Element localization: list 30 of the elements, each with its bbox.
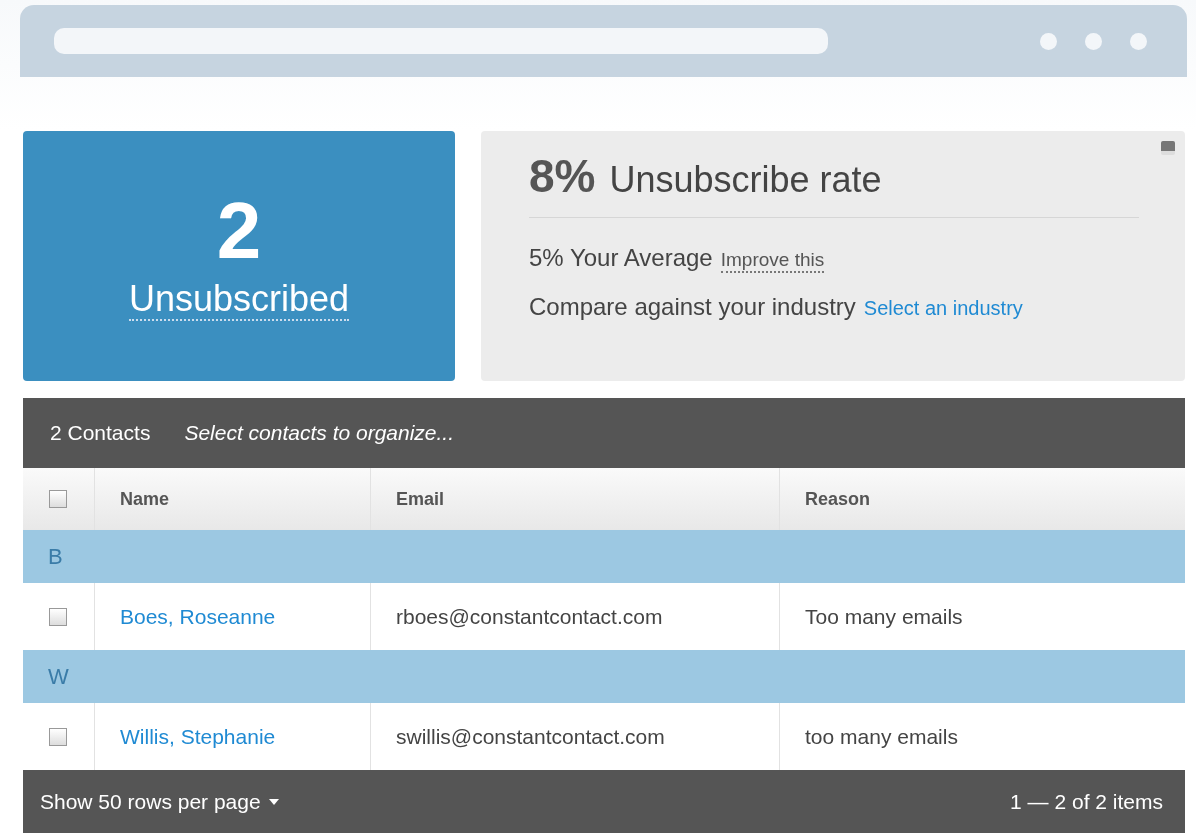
reason-cell: Too many emails [805, 604, 963, 629]
caret-icon [268, 798, 279, 805]
improve-link[interactable]: Improve this [720, 249, 825, 273]
email-cell: rboes@constantcontact.com [396, 604, 663, 629]
minimize-icon[interactable] [1161, 141, 1175, 155]
row-checkbox[interactable] [49, 607, 67, 626]
contact-name-link[interactable]: Willis, Stephanie [120, 724, 276, 749]
window-dot-icon[interactable] [1040, 32, 1057, 50]
compare-text: Compare against your industry [529, 293, 856, 321]
average-text: 5% Your Average [529, 244, 713, 272]
group-letter: W [48, 663, 69, 690]
rate-label: Unsubscribe rate [609, 159, 882, 201]
reason-cell: too many emails [805, 724, 958, 749]
column-header[interactable]: Reason [805, 488, 871, 510]
contacts-count: 2 Contacts [50, 421, 151, 445]
window-dot-icon[interactable] [1130, 32, 1147, 50]
email-cell: swillis@constantcontact.com [396, 724, 665, 749]
unsubscribed-link[interactable]: Unsubscribed [128, 279, 350, 321]
pagination-range: 1 — 2 of 2 items [1010, 789, 1163, 814]
window-dot-icon[interactable] [1085, 32, 1102, 50]
organize-hint: Select contacts to organize... [184, 421, 455, 445]
group-letter: B [48, 543, 63, 570]
unsubscribed-count: 2 [216, 191, 262, 271]
row-checkbox[interactable] [49, 727, 67, 746]
column-header[interactable]: Name [120, 488, 170, 510]
rows-per-page-dropdown[interactable]: Show 50 rows per page [40, 789, 279, 814]
column-header[interactable]: Email [396, 488, 445, 510]
rate-value: 8% [529, 149, 596, 203]
select-all-checkbox[interactable] [49, 490, 67, 508]
contact-name-link[interactable]: Boes, Roseanne [120, 604, 276, 629]
